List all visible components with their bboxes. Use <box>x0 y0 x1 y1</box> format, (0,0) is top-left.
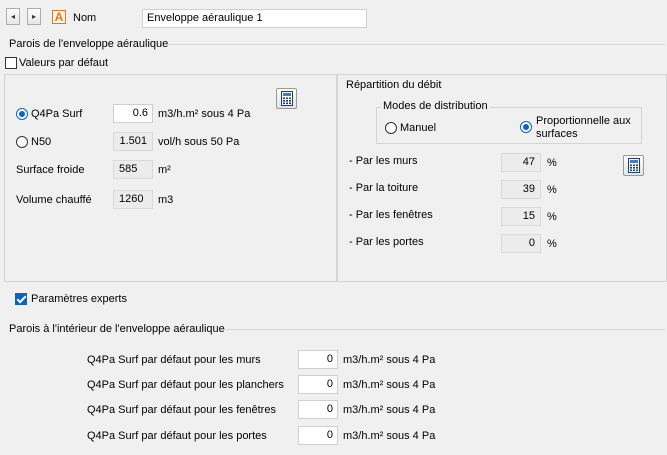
interior-floors-unit: m3/h.m² sous 4 Pa <box>343 379 436 391</box>
interior-doors-unit: m3/h.m² sous 4 Pa <box>343 430 436 442</box>
distribution-walls-unit: % <box>547 157 557 169</box>
distribution-doors-label: - Par les portes <box>349 236 424 248</box>
distribution-windows-label: - Par les fenêtres <box>349 209 433 221</box>
interior-doors-input[interactable]: 0 <box>298 426 338 445</box>
distribution-roof-unit: % <box>547 184 557 196</box>
distribution-title: Répartition du débit <box>346 79 442 91</box>
mode-manual-radio[interactable] <box>385 122 397 134</box>
q4pa-input[interactable]: 0.6 <box>113 104 153 123</box>
interior-floors-input[interactable]: 0 <box>298 375 338 394</box>
default-values-checkbox[interactable] <box>5 57 17 69</box>
default-values-label: Valeurs par défaut <box>19 57 109 69</box>
q4pa-label: Q4Pa Surf <box>31 108 83 120</box>
section-divider <box>165 44 665 45</box>
n50-value: 1.501 <box>113 132 153 151</box>
distribution-doors-unit: % <box>547 238 557 250</box>
q4pa-unit: m3/h.m² sous 4 Pa <box>158 108 251 120</box>
interior-walls-label: Q4Pa Surf par défaut pour les murs <box>87 354 261 366</box>
distribution-roof-label: - Par la toiture <box>349 182 419 194</box>
modes-title: Modes de distribution <box>381 99 490 113</box>
n50-unit: vol/h sous 50 Pa <box>158 136 240 148</box>
distribution-roof-value: 39 <box>501 180 541 199</box>
interior-windows-input[interactable]: 0 <box>298 400 338 419</box>
interior-windows-unit: m3/h.m² sous 4 Pa <box>343 404 436 416</box>
surface-label: Surface froide <box>16 164 85 176</box>
volume-value: 1260 <box>113 190 153 209</box>
previous-button[interactable]: ◂ <box>6 8 20 25</box>
distribution-doors-value: 0 <box>501 234 541 253</box>
interior-section-title: Parois à l'intérieur de l'enveloppe aéra… <box>9 323 225 335</box>
name-label: Nom <box>73 12 97 24</box>
calculator-button[interactable] <box>276 88 297 109</box>
distribution-walls-value: 47 <box>501 153 541 172</box>
volume-label: Volume chauffé <box>16 194 92 206</box>
section-divider <box>223 329 665 330</box>
mode-manual-label: Manuel <box>400 122 437 134</box>
mode-proportional-label: Proportionnelle aux surfaces <box>536 115 631 140</box>
next-button[interactable]: ▸ <box>27 8 41 25</box>
mode-proportional-radio[interactable] <box>520 121 532 133</box>
envelope-type-icon: A <box>52 10 66 24</box>
q4pa-radio[interactable] <box>16 108 28 120</box>
interior-doors-label: Q4Pa Surf par défaut pour les portes <box>87 430 267 442</box>
name-input[interactable]: Enveloppe aéraulique 1 <box>142 9 367 28</box>
n50-radio[interactable] <box>16 136 28 148</box>
surface-value: 585 <box>113 160 153 179</box>
interior-walls-input[interactable]: 0 <box>298 350 338 369</box>
distribution-windows-unit: % <box>547 211 557 223</box>
interior-walls-unit: m3/h.m² sous 4 Pa <box>343 354 436 366</box>
surface-unit: m² <box>158 164 171 176</box>
n50-label: N50 <box>31 136 52 148</box>
envelope-section-title: Parois de l'enveloppe aéraulique <box>9 38 169 50</box>
interior-windows-label: Q4Pa Surf par défaut pour les fenêtres <box>87 404 276 416</box>
interior-floors-label: Q4Pa Surf par défaut pour les planchers <box>87 379 284 391</box>
distribution-walls-label: - Par les murs <box>349 155 418 167</box>
calculator-icon <box>628 158 640 173</box>
expert-parameters-checkbox[interactable] <box>15 293 27 305</box>
distribution-windows-value: 15 <box>501 207 541 226</box>
expert-parameters-label: Paramètres experts <box>31 293 127 305</box>
calculator-icon <box>281 91 293 106</box>
distribution-calculator-button[interactable] <box>623 155 644 176</box>
volume-unit: m3 <box>158 194 174 206</box>
